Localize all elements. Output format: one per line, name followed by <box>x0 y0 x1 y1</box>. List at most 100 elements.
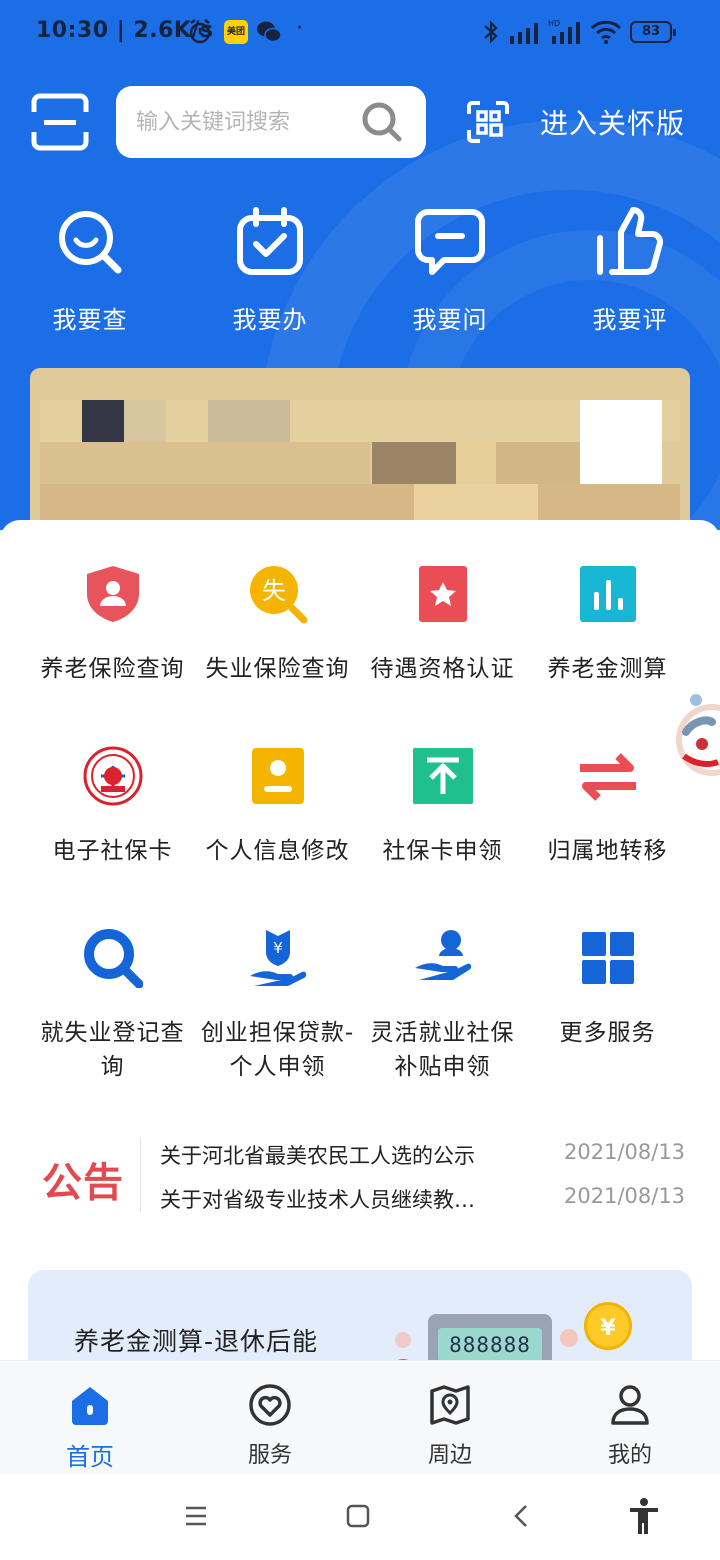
home-button-icon[interactable] <box>338 1496 378 1536</box>
accessibility-icon[interactable] <box>624 1496 664 1536</box>
person-card-icon <box>251 748 304 804</box>
service-label: 更多服务 <box>559 1020 656 1046</box>
calendar-check-icon <box>237 207 303 275</box>
service-personal-info-edit[interactable]: 个人信息修改 <box>195 746 360 868</box>
floating-mascot-icon[interactable] <box>672 690 720 790</box>
notice-item-title[interactable]: 关于对省级专业技术人员继续教… <box>160 1184 530 1214</box>
home-icon <box>72 1387 108 1425</box>
scan-icon[interactable] <box>30 92 90 152</box>
svg-text:¥: ¥ <box>273 939 283 957</box>
notice-item-date: 2021/08/13 <box>564 1140 686 1164</box>
person-icon <box>611 1385 649 1425</box>
service-label: 电子社保卡 <box>52 838 173 864</box>
service-label: 失业保险查询 <box>205 656 350 682</box>
coin-icon: ¥ <box>584 1302 632 1350</box>
service-label: 个人信息修改 <box>205 838 350 864</box>
meituan-notification-icon: 美团 <box>224 20 248 44</box>
quick-action-handle[interactable]: 我要办 <box>180 206 360 335</box>
heart-circle-icon <box>249 1384 291 1426</box>
notice-section: 公告 关于河北省最美农民工人选的公示 2021/08/13 关于对省级专业技术人… <box>0 1130 720 1220</box>
promo-text: 养老金测算-退休后能 <box>74 1327 319 1356</box>
grid-icon <box>581 932 634 984</box>
tab-label: 周边 <box>427 1443 472 1468</box>
svg-text:HD: HD <box>548 19 560 28</box>
banner-pixel <box>208 400 290 442</box>
wifi-icon <box>590 20 622 44</box>
banner-pixel <box>496 442 580 484</box>
star-card-icon <box>418 566 467 622</box>
menu-icon[interactable] <box>176 1496 216 1536</box>
quick-action-ask[interactable]: 我要问 <box>360 206 540 335</box>
battery-indicator: 83 <box>630 21 676 43</box>
quick-action-label: 我要评 <box>592 306 668 334</box>
tab-home[interactable]: 首页 <box>20 1383 160 1472</box>
service-pension-query[interactable]: 养老保险查询 <box>30 564 195 686</box>
bluetooth-icon <box>484 20 498 44</box>
signal-hd-icon: HD <box>548 19 580 44</box>
swap-arrows-icon <box>579 753 636 801</box>
notice-divider <box>140 1138 141 1212</box>
quick-action-label: 我要查 <box>52 306 128 334</box>
quick-action-label: 我要问 <box>412 306 488 334</box>
care-version-link[interactable]: 进入关怀版 <box>540 102 685 142</box>
banner-pixel <box>456 442 496 484</box>
search-icon[interactable] <box>360 100 404 144</box>
service-pension-calculator[interactable]: 养老金测算 <box>525 564 690 686</box>
system-nav-bar <box>0 1474 720 1560</box>
service-transfer[interactable]: 归属地转移 <box>525 746 690 868</box>
quick-action-label: 我要办 <box>232 306 308 334</box>
magnifier-smile-icon <box>59 211 122 274</box>
service-startup-loan[interactable]: ¥ 创业担保贷款-个人申领 <box>195 928 360 1084</box>
service-e-social-card[interactable]: 电子社保卡 <box>30 746 195 868</box>
service-flexible-employment-subsidy[interactable]: 灵活就业社保补贴申领 <box>360 928 525 1084</box>
tab-label: 服务 <box>247 1443 292 1468</box>
service-label: 社保卡申领 <box>382 838 503 864</box>
back-icon[interactable] <box>502 1496 542 1536</box>
notice-item-date: 2021/08/13 <box>564 1184 686 1208</box>
magnifier-icon <box>83 929 143 989</box>
tab-mine[interactable]: 我的 <box>560 1383 700 1469</box>
search-input[interactable] <box>136 104 356 140</box>
chat-bubble-icon <box>415 209 485 275</box>
quick-action-rate[interactable]: 我要评 <box>540 206 720 335</box>
service-label: 就失业登记查询 <box>40 1020 185 1080</box>
tab-nearby[interactable]: 周边 <box>380 1383 520 1469</box>
calculator-display: 888888 <box>438 1328 542 1362</box>
service-unemployment-query[interactable]: 失 失业保险查询 <box>195 564 360 686</box>
service-card-apply[interactable]: 社保卡申领 <box>360 746 525 868</box>
service-label: 养老保险查询 <box>40 656 185 682</box>
tab-label: 我的 <box>607 1443 652 1468</box>
service-label: 灵活就业社保补贴申领 <box>370 1020 515 1080</box>
wechat-icon <box>257 21 282 43</box>
status-dot: · <box>296 16 303 41</box>
notice-item-title[interactable]: 关于河北省最美农民工人选的公示 <box>160 1140 530 1170</box>
signal-icon <box>510 23 538 44</box>
alarm-icon <box>189 19 211 44</box>
service-label: 归属地转移 <box>547 838 668 864</box>
service-qualification-auth[interactable]: 待遇资格认证 <box>360 564 525 686</box>
thumbs-up-icon <box>597 207 664 276</box>
upload-arrow-icon <box>412 748 473 804</box>
tab-label: 首页 <box>66 1443 114 1471</box>
status-bar: 10:30 | 2.6K/s 美团 · HD 83 <box>0 0 720 64</box>
service-label: 养老金测算 <box>547 656 668 682</box>
care-mode-icon[interactable] <box>466 100 510 144</box>
social-security-card-icon <box>83 746 142 806</box>
service-label: 待遇资格认证 <box>370 656 515 682</box>
banner-pixel <box>580 400 662 484</box>
notice-logo: 公告 <box>42 1160 124 1206</box>
service-employment-registration[interactable]: 就失业登记查询 <box>30 928 195 1084</box>
pension-shield-icon <box>86 566 139 622</box>
tab-services[interactable]: 服务 <box>200 1383 340 1469</box>
hand-person-icon <box>414 930 471 980</box>
svg-text:失: 失 <box>262 577 286 605</box>
map-pin-icon <box>430 1385 470 1425</box>
tab-bar: 首页 服务 周边 我的 <box>0 1360 720 1474</box>
banner-pixel <box>372 442 456 484</box>
banner-pixel <box>82 400 124 442</box>
service-more[interactable]: 更多服务 <box>525 928 690 1050</box>
bar-chart-icon <box>579 566 636 622</box>
quick-action-query[interactable]: 我要查 <box>0 206 180 335</box>
service-label: 创业担保贷款-个人申领 <box>200 1020 355 1080</box>
unemployment-search-icon: 失 <box>249 566 307 624</box>
